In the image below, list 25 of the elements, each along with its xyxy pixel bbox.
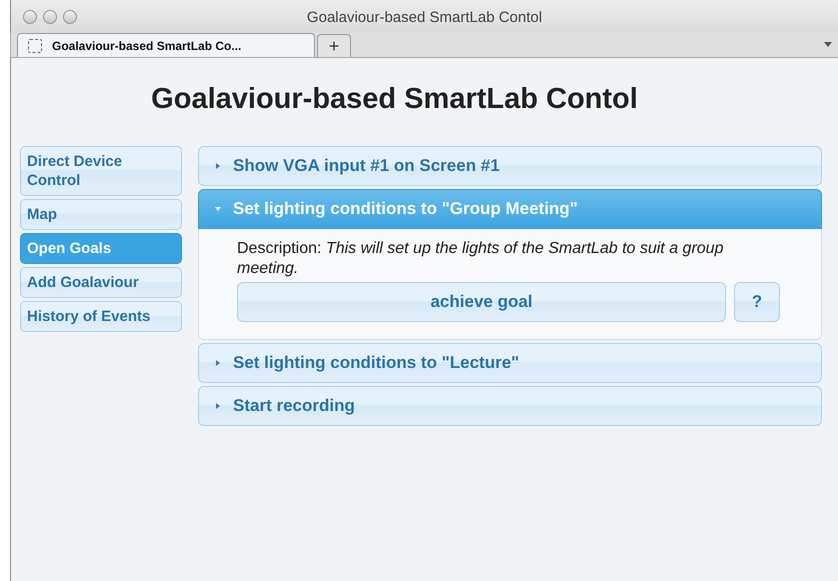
window-control-icon[interactable] (23, 10, 37, 24)
accordion-header[interactable]: Start recording (198, 386, 822, 426)
window-control-icon[interactable] (63, 10, 77, 24)
window-title: Goalaviour-based SmartLab Contol (306, 8, 542, 28)
sidebar-item[interactable]: History of Events (20, 300, 182, 332)
page-heading: Goalaviour-based SmartLab Contol (150, 82, 639, 117)
achieve-goal-button[interactable]: achieve goal (237, 282, 726, 322)
accordion-header[interactable]: Show VGA input #1 on Screen #1 (198, 146, 822, 186)
accordion-header[interactable]: Set lighting conditions to "Group Meeting" (198, 188, 822, 228)
help-button[interactable]: ? (734, 282, 780, 322)
dropdown-icon[interactable] (824, 42, 832, 47)
caret-right-icon (215, 162, 221, 168)
sidebar-item[interactable]: Map (20, 198, 182, 230)
browser-tab[interactable]: Goalaviour-based SmartLab Co... (17, 33, 315, 57)
sidebar-item[interactable]: Add Goalaviour (20, 266, 182, 298)
sidebar-item[interactable]: Open Goals (20, 232, 182, 264)
new-tab-button[interactable]: + (317, 34, 351, 57)
accordion-header[interactable]: Set lighting conditions to "Lecture" (198, 342, 822, 382)
goal-description: Description: This will set up the lights of the SmartLab to suit a group meeting. (237, 238, 724, 278)
caret-right-icon (215, 402, 221, 408)
sidebar-item[interactable]: Direct Device Control (20, 146, 182, 196)
caret-down-icon (215, 206, 221, 212)
caret-right-icon (215, 360, 221, 366)
window-control-icon[interactable] (43, 10, 57, 24)
page-icon (28, 38, 42, 52)
